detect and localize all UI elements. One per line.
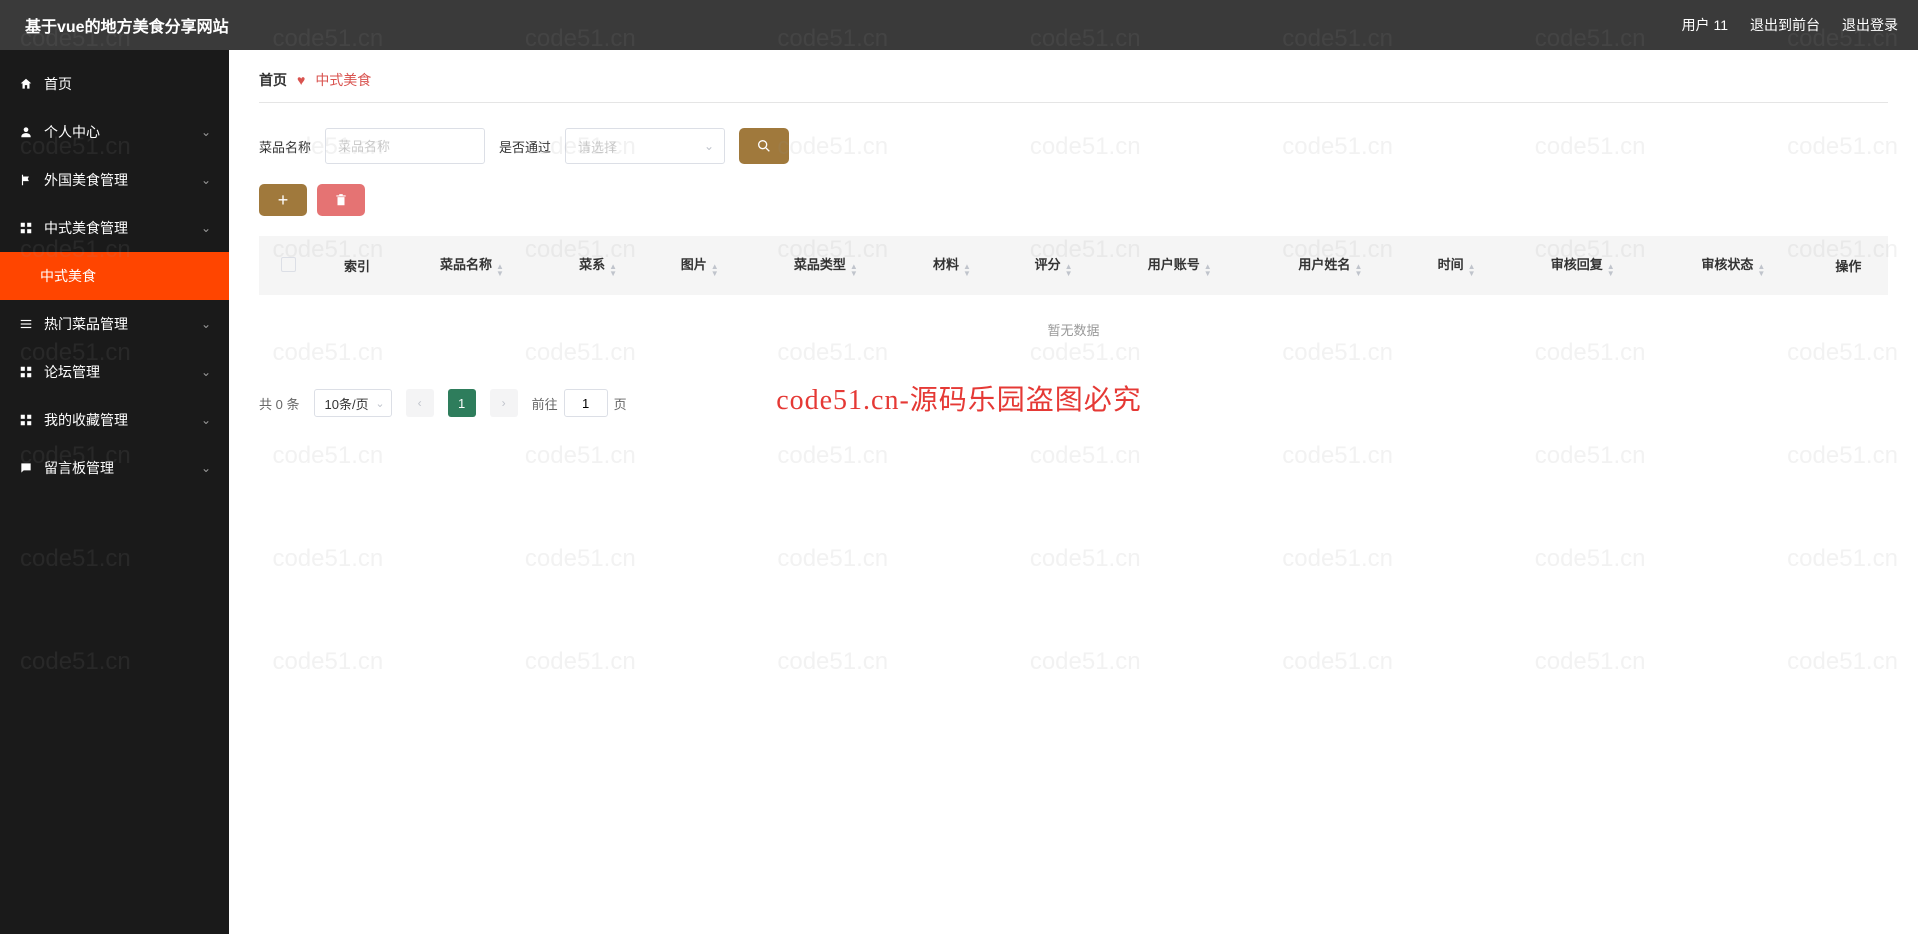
breadcrumb-current: 中式美食 (315, 70, 371, 90)
sort-icon: ▲▼ (711, 263, 719, 277)
chevron-down-icon: ⌄ (201, 125, 211, 139)
sidebar-item-label: 中式美食管理 (44, 218, 128, 238)
breadcrumb: 首页 ♥ 中式美食 (259, 70, 1888, 103)
chevron-down-icon: ⌄ (201, 221, 211, 235)
table-header-review-status[interactable]: 审核状态▲▼ (1658, 236, 1809, 295)
chevron-down-icon: ⌄ (375, 397, 384, 410)
back-to-front-link[interactable]: 退出到前台 (1750, 15, 1820, 35)
username-link[interactable]: 用户 11 (1682, 15, 1728, 35)
action-bar: + (259, 184, 1888, 216)
plus-icon: + (278, 190, 289, 211)
table-header-dish-name[interactable]: 菜品名称▲▼ (397, 236, 548, 295)
grid-icon (18, 412, 34, 428)
delete-button[interactable] (317, 184, 365, 216)
sidebar-item-label: 个人中心 (44, 122, 100, 142)
sort-icon: ▲▼ (963, 263, 971, 277)
prev-page-button[interactable]: ‹ (406, 389, 434, 417)
sidebar-item-chinese-food[interactable]: 中式美食管理 ⌄ (0, 204, 229, 252)
table-empty-text: 暂无数据 (259, 295, 1888, 364)
table-header-type[interactable]: 菜品类型▲▼ (751, 236, 902, 295)
main-content: 首页 ♥ 中式美食 菜品名称 是否通过 请选择 ⌄ + (229, 50, 1918, 934)
sidebar-item-forum[interactable]: 论坛管理 ⌄ (0, 348, 229, 396)
sidebar-subitem-label: 中式美食 (40, 268, 96, 284)
page-jump: 前往 页 (532, 389, 627, 417)
table-header-rating[interactable]: 评分▲▼ (1003, 236, 1105, 295)
chevron-down-icon: ⌄ (201, 461, 211, 475)
flag-icon (18, 172, 34, 188)
sort-icon: ▲▼ (496, 263, 504, 277)
page-jump-input[interactable] (564, 389, 608, 417)
header-actions: 用户 11 退出到前台 退出登录 (1682, 15, 1898, 35)
home-icon (18, 76, 34, 92)
table-header-index[interactable]: 索引 (317, 236, 396, 295)
add-button[interactable]: + (259, 184, 307, 216)
logout-link[interactable]: 退出登录 (1842, 15, 1898, 35)
sidebar: 首页 个人中心 ⌄ 外国美食管理 ⌄ 中式美食管理 ⌄ 中式美食 热门菜品管理 … (0, 50, 229, 934)
next-page-button[interactable]: › (490, 389, 518, 417)
chevron-down-icon: ⌄ (201, 317, 211, 331)
sidebar-item-profile[interactable]: 个人中心 ⌄ (0, 108, 229, 156)
breadcrumb-home[interactable]: 首页 (259, 70, 287, 90)
table-header-username[interactable]: 用户姓名▲▼ (1255, 236, 1406, 295)
sort-icon: ▲▼ (1607, 263, 1615, 277)
search-button[interactable] (739, 128, 789, 164)
search-icon (756, 138, 772, 154)
sidebar-item-label: 首页 (44, 74, 72, 94)
sidebar-item-home[interactable]: 首页 (0, 60, 229, 108)
pass-select[interactable]: 请选择 ⌄ (565, 128, 725, 164)
pagination: 共 0 条 10条/页 ⌄ ‹ 1 › 前往 页 (259, 389, 1888, 417)
select-placeholder: 请选择 (578, 137, 617, 156)
sidebar-item-label: 热门菜品管理 (44, 314, 128, 334)
sort-icon: ▲▼ (1468, 263, 1476, 277)
sidebar-item-favorites[interactable]: 我的收藏管理 ⌄ (0, 396, 229, 444)
filter-pass-label: 是否通过 (499, 137, 551, 156)
pagination-total: 共 0 条 (259, 394, 300, 413)
comment-icon (18, 460, 34, 476)
page-size-select[interactable]: 10条/页 ⌄ (314, 389, 392, 417)
table-header-material[interactable]: 材料▲▼ (901, 236, 1003, 295)
table-header-checkbox[interactable] (259, 236, 317, 295)
chevron-right-icon: › (502, 396, 506, 410)
chevron-down-icon: ⌄ (201, 173, 211, 187)
chevron-down-icon: ⌄ (704, 139, 714, 153)
sort-icon: ▲▼ (1204, 263, 1212, 277)
app-header: 基于vue的地方美食分享网站 用户 11 退出到前台 退出登录 (0, 0, 1918, 50)
table-header-account[interactable]: 用户账号▲▼ (1104, 236, 1255, 295)
chevron-down-icon: ⌄ (201, 413, 211, 427)
sidebar-item-label: 我的收藏管理 (44, 410, 128, 430)
select-all-checkbox[interactable] (281, 257, 296, 272)
table-header-cuisine[interactable]: 菜系▲▼ (547, 236, 649, 295)
table-header-actions: 操作 (1809, 236, 1888, 295)
app-title: 基于vue的地方美食分享网站 (25, 13, 229, 37)
sidebar-item-foreign-food[interactable]: 外国美食管理 ⌄ (0, 156, 229, 204)
chevron-left-icon: ‹ (418, 396, 422, 410)
sort-icon: ▲▼ (850, 263, 858, 277)
dish-name-input[interactable] (325, 128, 485, 164)
sort-icon: ▲▼ (609, 263, 617, 277)
filter-bar: 菜品名称 是否通过 请选择 ⌄ (259, 128, 1888, 164)
grid-icon (18, 364, 34, 380)
user-icon (18, 124, 34, 140)
sidebar-item-messages[interactable]: 留言板管理 ⌄ (0, 444, 229, 492)
sidebar-item-label: 论坛管理 (44, 362, 100, 382)
sort-icon: ▲▼ (1065, 263, 1073, 277)
sort-icon: ▲▼ (1354, 263, 1362, 277)
table-header-image[interactable]: 图片▲▼ (649, 236, 751, 295)
chevron-down-icon: ⌄ (201, 365, 211, 379)
sidebar-item-label: 外国美食管理 (44, 170, 128, 190)
table-header-time[interactable]: 时间▲▼ (1406, 236, 1508, 295)
trash-icon (334, 193, 348, 207)
list-icon (18, 316, 34, 332)
sidebar-item-label: 留言板管理 (44, 458, 114, 478)
table-header-review-reply[interactable]: 审核回复▲▼ (1507, 236, 1658, 295)
heart-icon: ♥ (297, 72, 305, 88)
sort-icon: ▲▼ (1757, 263, 1765, 277)
data-table: 索引 菜品名称▲▼ 菜系▲▼ 图片▲▼ 菜品类型▲▼ 材料▲▼ 评分▲▼ 用户账… (259, 236, 1888, 364)
page-number-1[interactable]: 1 (448, 389, 476, 417)
filter-name-label: 菜品名称 (259, 137, 311, 156)
grid-icon (18, 220, 34, 236)
sidebar-item-hot-dishes[interactable]: 热门菜品管理 ⌄ (0, 300, 229, 348)
sidebar-subitem-chinese-food[interactable]: 中式美食 (0, 252, 229, 300)
